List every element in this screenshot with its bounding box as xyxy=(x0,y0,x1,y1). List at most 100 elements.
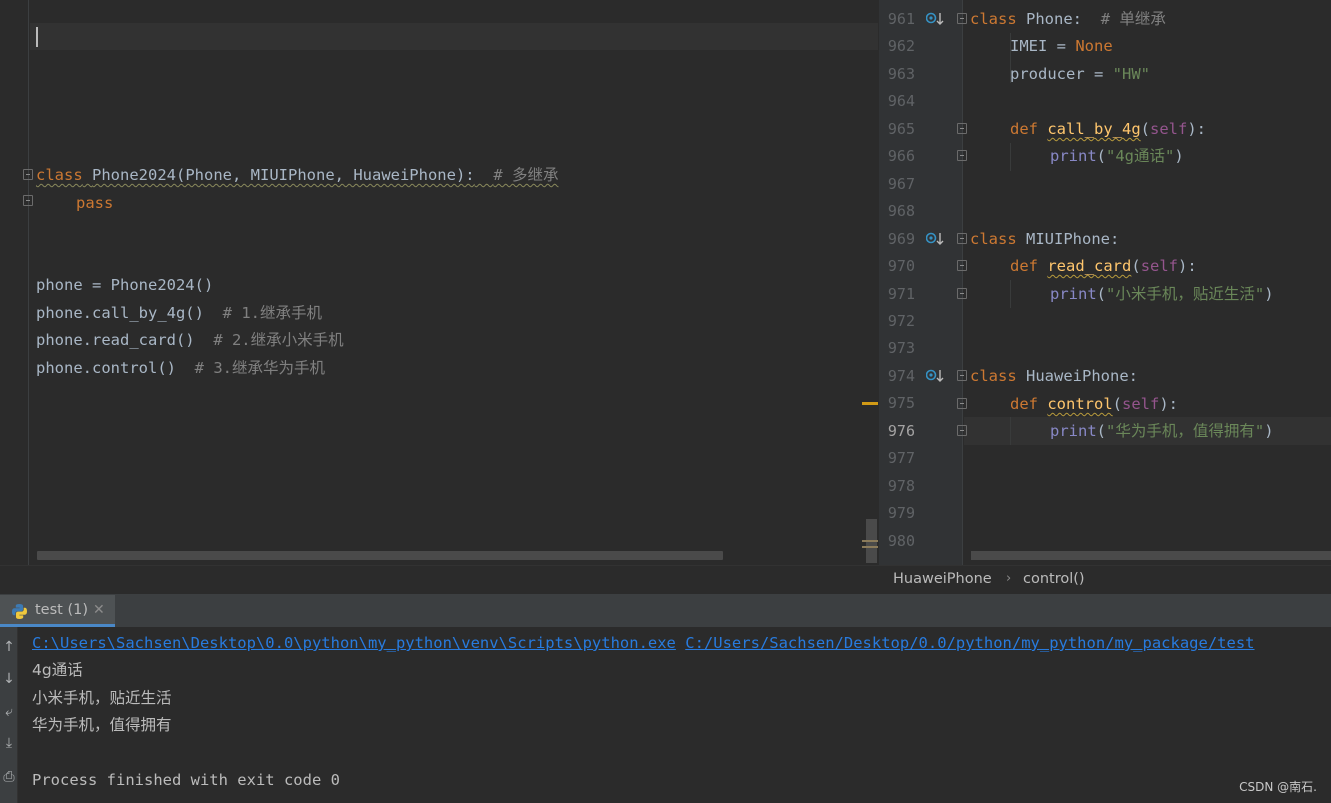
class-name: Phone2024 xyxy=(92,166,177,184)
code-line-974[interactable]: class HuaweiPhone: xyxy=(970,362,1138,390)
fold-marker-icon[interactable] xyxy=(957,13,967,24)
right-horizontal-scrollbar[interactable] xyxy=(971,551,1331,560)
line-number[interactable]: 979 xyxy=(879,499,915,527)
fold-marker-icon[interactable] xyxy=(957,288,967,299)
tab-run-test[interactable]: test (1) ✕ xyxy=(0,595,115,627)
code-line-963[interactable]: producer = "HW" xyxy=(1010,60,1150,88)
line-number[interactable]: 976 xyxy=(879,417,915,445)
code-line-966[interactable]: print("4g通话") xyxy=(1050,142,1184,170)
fold-marker-icon[interactable] xyxy=(23,169,33,180)
line-number[interactable]: 961 xyxy=(879,5,915,33)
line-number[interactable]: 967 xyxy=(879,170,915,198)
function-name: read_card xyxy=(1047,257,1132,275)
run-console[interactable]: ↑ ↓ ⤶ ⤓ ⎙ C:\Users\Sachsen\Desktop\0.0\p… xyxy=(0,627,1331,803)
console-toolbar: ↑ ↓ ⤶ ⤓ ⎙ xyxy=(0,627,18,803)
operator: = xyxy=(1047,37,1076,55)
code-line-assign[interactable]: phone = Phone2024() xyxy=(36,271,213,299)
code-line-970[interactable]: def read_card(self): xyxy=(1010,252,1197,280)
code-line-class-phone2024[interactable]: class Phone2024(Phone, MIUIPhone, Huawei… xyxy=(36,161,558,189)
fold-marker-icon[interactable] xyxy=(23,195,33,206)
class-bases: (Phone, MIUIPhone, HuaweiPhone): xyxy=(176,166,475,184)
keyword: pass xyxy=(76,194,114,212)
text-caret xyxy=(36,27,38,47)
code-comment: # 1.继承手机 xyxy=(222,304,322,322)
code-line-969[interactable]: class MIUIPhone: xyxy=(970,225,1119,253)
close-icon[interactable]: ✕ xyxy=(93,602,105,618)
function-name: control xyxy=(1047,395,1113,413)
line-number[interactable]: 962 xyxy=(879,32,915,60)
code-comment: # 3.继承华为手机 xyxy=(194,359,325,377)
implemented-icon[interactable] xyxy=(926,369,944,383)
right-editor-pane[interactable]: 961 962 963 964 965 966 967 968 969 970 971 972 973 9… xyxy=(879,0,1331,565)
code-line-971[interactable]: print("小米手机，贴近生活") xyxy=(1050,280,1274,308)
line-number[interactable]: 970 xyxy=(879,252,915,280)
print-icon[interactable]: ⎙ xyxy=(0,765,18,789)
keyword: def xyxy=(1010,120,1038,138)
code-line-pass[interactable]: pass xyxy=(76,189,113,217)
script-link[interactable]: C:/Users/Sachsen/Desktop/0.0/python/my_p… xyxy=(685,634,1254,652)
fold-marker-icon[interactable] xyxy=(957,398,967,409)
arrow-up-icon[interactable]: ↑ xyxy=(0,635,18,659)
line-number[interactable]: 975 xyxy=(879,389,915,417)
implemented-icon[interactable] xyxy=(926,232,944,246)
implemented-icon[interactable] xyxy=(926,12,944,26)
builtin-print: print xyxy=(1050,285,1097,303)
code-line-976[interactable]: print("华为手机，值得拥有") xyxy=(1050,417,1274,445)
indent-guide xyxy=(1010,417,1011,445)
left-horizontal-scrollbar[interactable] xyxy=(37,551,723,560)
console-output-line: 4g通话 xyxy=(32,661,83,679)
code-line-962[interactable]: IMEI = None xyxy=(1010,32,1113,60)
soft-wrap-icon[interactable]: ⤶ xyxy=(0,700,18,724)
fold-marker-icon[interactable] xyxy=(957,260,967,271)
none-literal: None xyxy=(1075,37,1113,55)
line-number[interactable]: 964 xyxy=(879,87,915,115)
fold-marker-icon[interactable] xyxy=(957,150,967,161)
code-line-call2[interactable]: phone.read_card() # 2.继承小米手机 xyxy=(36,326,344,354)
fold-marker-icon[interactable] xyxy=(957,233,967,244)
scroll-to-end-icon[interactable]: ⤓ xyxy=(0,731,18,755)
indent-guide xyxy=(1010,143,1011,171)
line-number[interactable]: 971 xyxy=(879,280,915,308)
indent-guide xyxy=(1010,280,1011,308)
self-param: self xyxy=(1122,395,1160,413)
self-param: self xyxy=(1150,120,1188,138)
fold-marker-icon[interactable] xyxy=(957,370,967,381)
line-number[interactable]: 972 xyxy=(879,307,915,335)
line-number[interactable]: 973 xyxy=(879,334,915,362)
arrow-down-icon[interactable]: ↓ xyxy=(0,667,18,691)
code-line-965[interactable]: def call_by_4g(self): xyxy=(1010,115,1206,143)
console-command-line: C:\Users\Sachsen\Desktop\0.0\python\my_p… xyxy=(32,630,1255,657)
string-literal: "HW" xyxy=(1112,65,1150,83)
left-editor-pane[interactable]: class Phone2024(Phone, MIUIPhone, Huawei… xyxy=(0,0,878,565)
line-number[interactable]: 963 xyxy=(879,60,915,88)
scroll-marker xyxy=(862,540,878,542)
string-literal: "小米手机，贴近生活" xyxy=(1106,285,1265,303)
code-line-975[interactable]: def control(self): xyxy=(1010,390,1178,418)
line-number[interactable]: 969 xyxy=(879,225,915,253)
breadcrumb-method[interactable]: control() xyxy=(1023,571,1085,587)
code-line-call1[interactable]: phone.call_by_4g() # 1.继承手机 xyxy=(36,299,322,327)
line-number[interactable]: 965 xyxy=(879,115,915,143)
line-number[interactable]: 966 xyxy=(879,142,915,170)
warning-stripe-marker[interactable] xyxy=(862,402,878,405)
class-name: Phone: xyxy=(1026,10,1083,28)
keyword: class xyxy=(970,10,1017,28)
breadcrumb-class[interactable]: HuaweiPhone xyxy=(893,571,992,587)
interpreter-link[interactable]: C:\Users\Sachsen\Desktop\0.0\python\my_p… xyxy=(32,634,676,652)
fold-marker-icon[interactable] xyxy=(957,123,967,134)
code-comment: # 单继承 xyxy=(1100,10,1166,28)
line-number[interactable]: 978 xyxy=(879,472,915,500)
console-output-line: 华为手机，值得拥有 xyxy=(32,716,172,734)
function-name: call_by_4g xyxy=(1047,120,1141,138)
code-line-961[interactable]: class Phone: # 单继承 xyxy=(970,5,1166,33)
console-exit-line: Process finished with exit code 0 xyxy=(32,771,340,789)
line-number[interactable]: 977 xyxy=(879,444,915,472)
line-number[interactable]: 974 xyxy=(879,362,915,390)
keyword: class xyxy=(970,367,1017,385)
code-line-call3[interactable]: phone.control() # 3.继承华为手机 xyxy=(36,354,325,382)
keyword: def xyxy=(1010,395,1038,413)
line-number[interactable]: 980 xyxy=(879,527,915,555)
line-number[interactable]: 968 xyxy=(879,197,915,225)
fold-marker-icon[interactable] xyxy=(957,425,967,436)
keyword: class xyxy=(970,230,1017,248)
